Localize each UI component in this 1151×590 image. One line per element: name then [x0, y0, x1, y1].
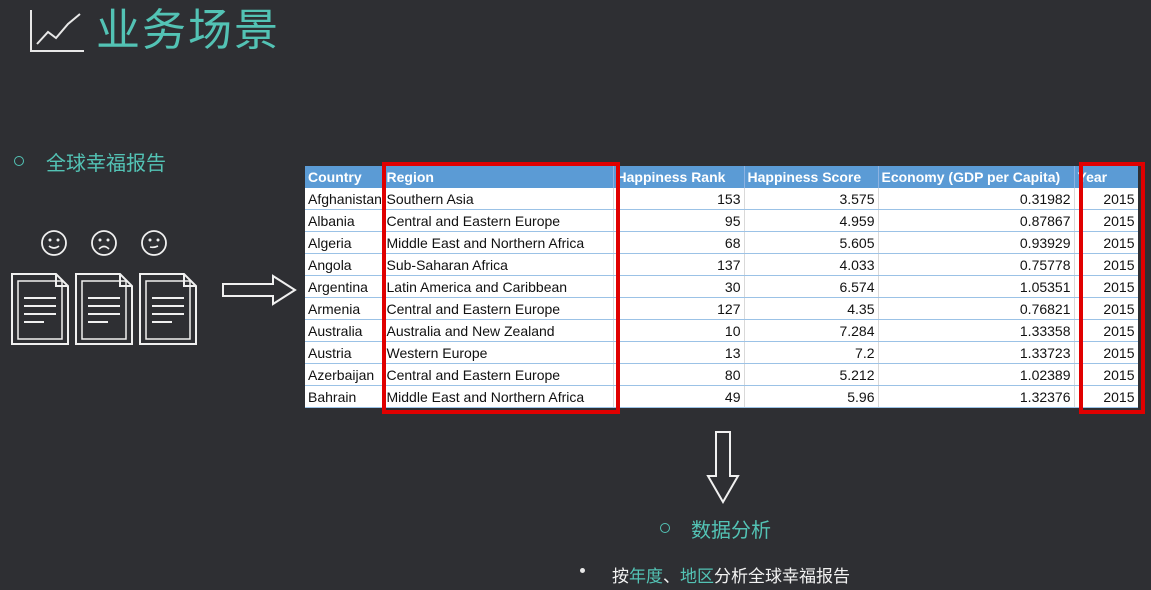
document-icon: [75, 273, 133, 345]
cell-economy[interactable]: 1.02389: [878, 363, 1075, 386]
cell-country[interactable]: Austria: [305, 341, 384, 364]
cell-score[interactable]: 5.212: [744, 363, 879, 386]
cell-rank[interactable]: 10: [613, 319, 745, 342]
subpoint-part: 按: [612, 567, 629, 587]
cell-economy[interactable]: 0.87867: [878, 209, 1075, 232]
cell-economy[interactable]: 1.33358: [878, 319, 1075, 342]
header-happiness-score[interactable]: Happiness Score: [744, 166, 879, 188]
cell-score[interactable]: 7.2: [744, 341, 879, 364]
cell-score[interactable]: 3.575: [744, 188, 879, 210]
cell-score[interactable]: 4.35: [744, 297, 879, 320]
subpoint-highlight-region: 地区: [680, 567, 714, 587]
cell-rank[interactable]: 30: [613, 275, 745, 298]
cell-economy[interactable]: 0.76821: [878, 297, 1075, 320]
header-happiness-rank[interactable]: Happiness Rank: [613, 166, 745, 188]
cell-country[interactable]: Algeria: [305, 231, 384, 254]
cell-economy[interactable]: 1.33723: [878, 341, 1075, 364]
subpoint-part: 分析全球幸福报告: [714, 567, 850, 587]
cell-rank[interactable]: 127: [613, 297, 745, 320]
cell-rank[interactable]: 137: [613, 253, 745, 276]
cell-rank[interactable]: 13: [613, 341, 745, 364]
cell-rank[interactable]: 80: [613, 363, 745, 386]
cell-country[interactable]: Bahrain: [305, 385, 384, 408]
cell-score[interactable]: 5.605: [744, 231, 879, 254]
cell-country[interactable]: Argentina: [305, 275, 384, 298]
header-economy[interactable]: Economy (GDP per Capita): [878, 166, 1075, 188]
arrow-down-icon: [706, 431, 740, 504]
cell-economy[interactable]: 1.32376: [878, 385, 1075, 408]
bullet-dot-icon: [580, 568, 585, 573]
neutral-face-icon: [141, 230, 167, 256]
bullet-circle-icon: [660, 523, 670, 533]
document-icon: [139, 273, 197, 345]
cell-rank[interactable]: 153: [613, 188, 745, 210]
subpoint-highlight-year: 年度: [629, 567, 663, 587]
cell-country[interactable]: Azerbaijan: [305, 363, 384, 386]
cell-score[interactable]: 6.574: [744, 275, 879, 298]
cell-economy[interactable]: 0.75778: [878, 253, 1075, 276]
cell-score[interactable]: 4.033: [744, 253, 879, 276]
cell-country[interactable]: Australia: [305, 319, 384, 342]
document-icon: [11, 273, 69, 345]
slide-header: 业务场景: [28, 6, 280, 56]
faces-row: [40, 229, 168, 257]
section-label-happiness-report: 全球幸福报告: [46, 151, 166, 175]
cell-economy[interactable]: 0.31982: [878, 188, 1075, 210]
cell-score[interactable]: 4.959: [744, 209, 879, 232]
cell-score[interactable]: 5.96: [744, 385, 879, 408]
cell-country[interactable]: Armenia: [305, 297, 384, 320]
cell-score[interactable]: 7.284: [744, 319, 879, 342]
region-column-highlight: [382, 162, 620, 414]
subpoint-part: 、: [663, 567, 680, 587]
cell-economy[interactable]: 1.05351: [878, 275, 1075, 298]
smile-face-icon: [41, 230, 67, 256]
cell-economy[interactable]: 0.93929: [878, 231, 1075, 254]
year-column-highlight: [1079, 162, 1145, 414]
subpoint-text: 按年度、地区分析全球幸福报告: [612, 562, 850, 587]
header-country[interactable]: Country: [305, 166, 384, 188]
bullet-circle-icon: [14, 156, 24, 166]
cell-country[interactable]: Angola: [305, 253, 384, 276]
cell-country[interactable]: Albania: [305, 209, 384, 232]
arrow-right-icon: [222, 274, 297, 306]
cell-country[interactable]: Afghanistan: [305, 188, 384, 210]
section-label-data-analysis: 数据分析: [691, 518, 771, 542]
cell-rank[interactable]: 49: [613, 385, 745, 408]
cell-rank[interactable]: 68: [613, 231, 745, 254]
documents-row: [10, 272, 198, 346]
line-chart-icon: [30, 10, 84, 52]
slide-title: 业务场景: [96, 5, 280, 56]
sad-face-icon: [91, 230, 117, 256]
cell-rank[interactable]: 95: [613, 209, 745, 232]
